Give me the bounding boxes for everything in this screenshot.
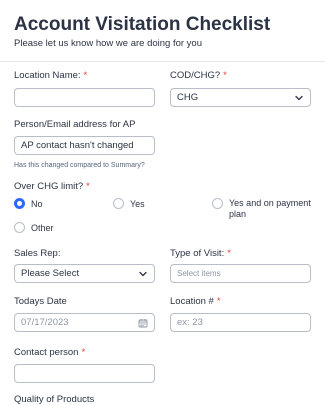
radio-label-yes-payment-plan: Yes and on payment plan bbox=[229, 198, 311, 219]
radio-option-no[interactable]: No bbox=[14, 198, 43, 209]
person-email-input[interactable]: AP contact hasn't changed bbox=[14, 136, 155, 155]
radio-option-other[interactable]: Other bbox=[14, 222, 54, 233]
contact-person-input[interactable] bbox=[14, 364, 155, 383]
chevron-down-icon bbox=[139, 271, 147, 276]
location-number-label: Location # * bbox=[170, 296, 221, 307]
sales-rep-label: Sales Rep: bbox=[14, 248, 61, 259]
type-of-visit-label: Type of Visit: * bbox=[170, 248, 231, 259]
over-chg-limit-label: Over CHG limit? * bbox=[14, 181, 90, 192]
cod-chg-select[interactable]: CHG bbox=[170, 88, 311, 107]
radio-button-checked[interactable] bbox=[14, 198, 25, 209]
person-email-value: AP contact hasn't changed bbox=[21, 140, 134, 151]
cod-chg-value: CHG bbox=[177, 92, 199, 103]
sales-rep-select[interactable]: Please Select bbox=[14, 264, 155, 283]
radio-button[interactable] bbox=[212, 198, 223, 209]
header-divider bbox=[0, 61, 325, 62]
location-name-input[interactable] bbox=[14, 88, 155, 107]
radio-label-yes: Yes bbox=[130, 198, 145, 209]
type-of-visit-select[interactable]: Select items bbox=[170, 264, 311, 283]
radio-label-no: No bbox=[31, 198, 43, 209]
form-subtitle: Please let us know how we are doing for … bbox=[14, 38, 202, 49]
sales-rep-value: Please Select bbox=[21, 268, 80, 279]
radio-button[interactable] bbox=[14, 222, 25, 233]
location-number-placeholder: ex: 23 bbox=[177, 317, 203, 328]
required-marker: * bbox=[227, 248, 231, 259]
todays-date-input[interactable]: 07/17/2023 bbox=[14, 313, 155, 332]
radio-option-yes[interactable]: Yes bbox=[113, 198, 145, 209]
radio-option-yes-payment-plan[interactable]: Yes and on payment plan bbox=[212, 198, 324, 220]
contact-person-label: Contact person * bbox=[14, 347, 86, 358]
radio-button[interactable] bbox=[113, 198, 124, 209]
form-title: Account Visitation Checklist bbox=[14, 14, 271, 35]
radio-label-other: Other bbox=[31, 222, 54, 233]
required-marker: * bbox=[223, 70, 227, 81]
type-of-visit-placeholder: Select items bbox=[177, 269, 221, 278]
required-marker: * bbox=[86, 181, 90, 192]
required-marker: * bbox=[81, 347, 86, 358]
todays-date-label: Todays Date bbox=[14, 296, 67, 307]
required-marker: * bbox=[216, 296, 221, 307]
cod-chg-label: COD/CHG? * bbox=[170, 70, 227, 81]
person-email-sublabel: Has this changed compared to Summary? bbox=[14, 162, 145, 169]
chevron-down-icon bbox=[295, 95, 303, 100]
required-marker: * bbox=[83, 70, 88, 81]
person-email-label: Person/Email address for AP bbox=[14, 119, 136, 130]
todays-date-placeholder: 07/17/2023 bbox=[21, 317, 69, 328]
location-name-label: Location Name: * bbox=[14, 70, 88, 81]
calendar-icon[interactable] bbox=[138, 318, 148, 328]
location-number-input[interactable]: ex: 23 bbox=[170, 313, 311, 332]
